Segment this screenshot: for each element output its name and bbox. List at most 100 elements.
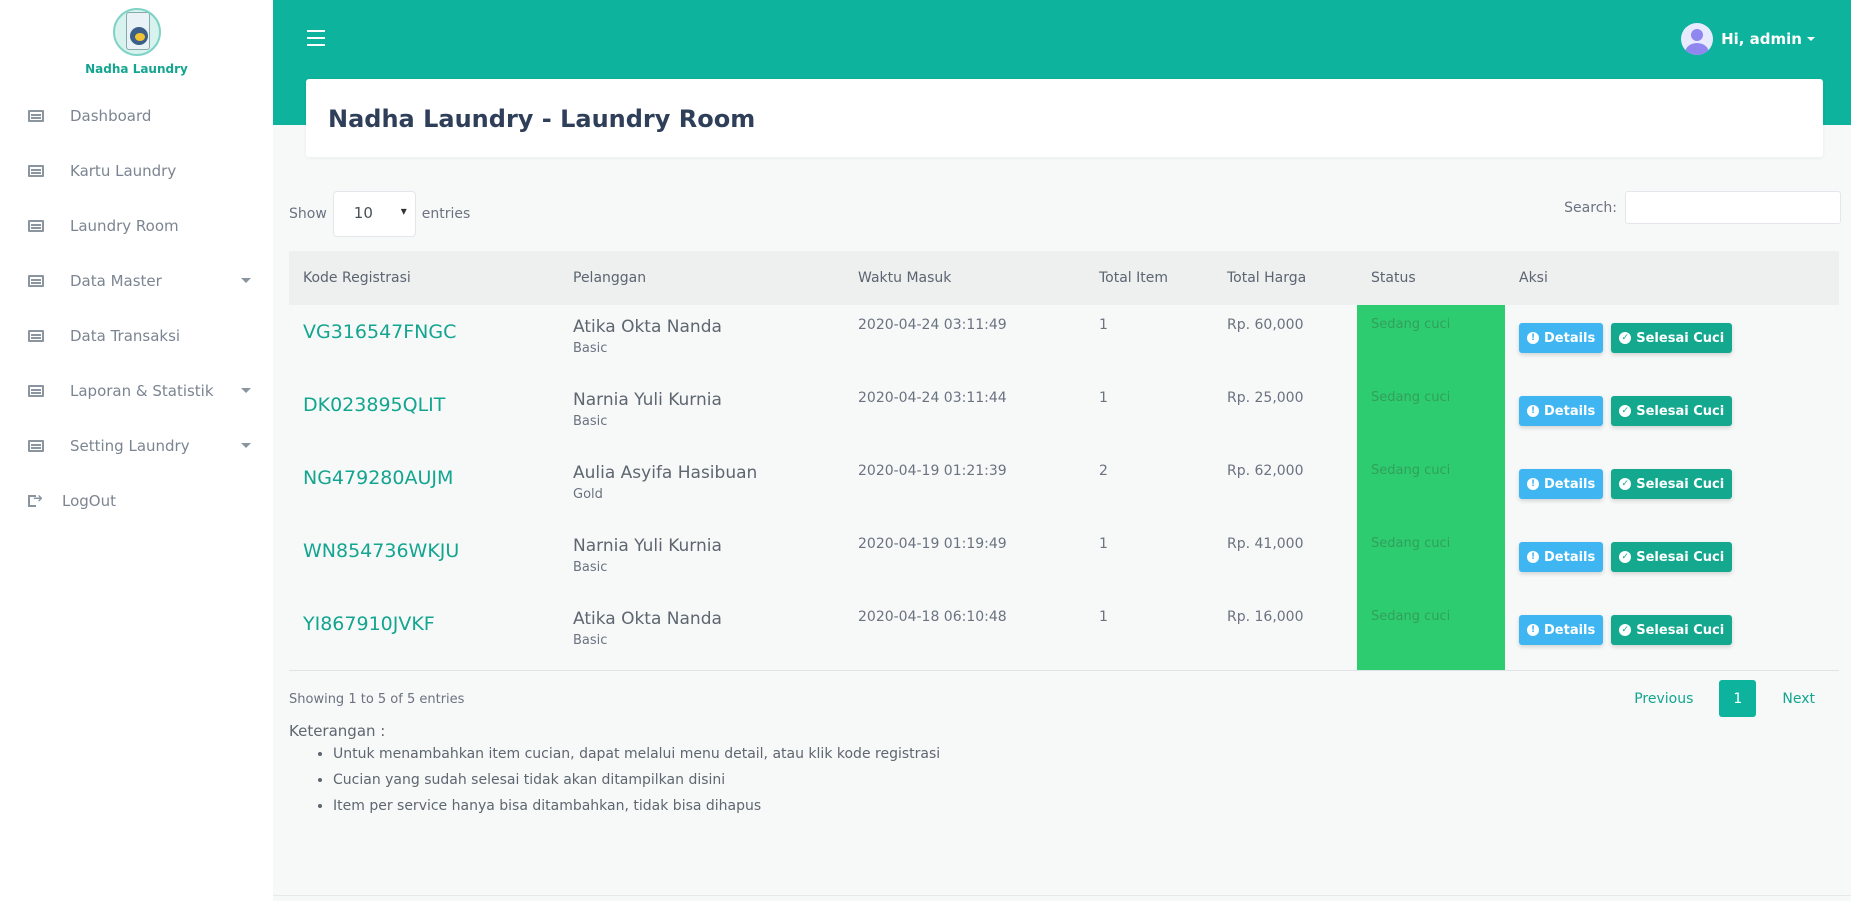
total-item-cell: 1: [1099, 390, 1108, 406]
details-button-label: Details: [1544, 330, 1596, 346]
aksi-cell: ! Details ✓ Selesai Cuci: [1505, 451, 1839, 524]
pelanggan-cell: Atika Okta Nanda Basic: [559, 597, 844, 671]
user-name: Hi, admin: [1721, 30, 1802, 48]
sidebar-item-laundry-room[interactable]: Laundry Room: [0, 198, 273, 253]
sidebar-item-laporan-statistik[interactable]: Laporan & Statistik: [0, 363, 273, 418]
search-label: Search:: [1564, 199, 1617, 216]
pelanggan-name: Atika Okta Nanda: [573, 609, 722, 629]
entries-select[interactable]: 10: [332, 191, 416, 237]
search-input[interactable]: [1625, 191, 1841, 224]
notes-title: Keterangan :: [289, 722, 386, 740]
column-header-kode[interactable]: Kode Registrasi: [289, 251, 559, 305]
waktu-masuk-cell: 2020-04-19 01:19:49: [858, 536, 1007, 552]
sidebar-item-logout[interactable]: LogOut: [0, 473, 273, 528]
details-button[interactable]: ! Details: [1519, 396, 1604, 426]
selesai-cuci-button-label: Selesai Cuci: [1636, 403, 1725, 419]
sidebar-item-label: Laporan & Statistik: [70, 381, 214, 400]
total-item-cell: 1: [1099, 317, 1108, 333]
user-menu[interactable]: Hi, admin: [1681, 23, 1815, 55]
table-row: NG479280AUJM Aulia Asyifa Hasibuan Gold …: [289, 451, 1839, 524]
pelanggan-cell: Aulia Asyifa Hasibuan Gold: [559, 451, 844, 524]
avatar: [1681, 23, 1714, 55]
sidebar-item-label: Laundry Room: [70, 216, 179, 235]
column-header-pelanggan[interactable]: Pelanggan: [559, 251, 844, 305]
waktu-masuk-cell: 2020-04-24 03:11:44: [858, 390, 1007, 406]
total-harga-cell: Rp. 60,000: [1227, 317, 1304, 333]
next-page-button[interactable]: Next: [1770, 683, 1827, 715]
entries-label: entries: [421, 206, 471, 222]
caret-down-icon: [241, 388, 251, 393]
details-button[interactable]: ! Details: [1519, 323, 1604, 353]
page-title: Nadha Laundry - Laundry Room: [328, 105, 756, 133]
page-1-button[interactable]: 1: [1719, 680, 1757, 717]
selesai-cuci-button[interactable]: ✓ Selesai Cuci: [1611, 323, 1733, 353]
list-icon: [28, 329, 44, 342]
sidebar-item-label: Data Transaksi: [70, 326, 181, 345]
sidebar-item-setting-laundry[interactable]: Setting Laundry: [0, 418, 273, 473]
search-control: Search:: [1564, 191, 1841, 224]
details-button-label: Details: [1544, 403, 1596, 419]
pelanggan-type: Basic: [573, 633, 608, 648]
column-header-total-item[interactable]: Total Item: [1085, 251, 1213, 305]
column-header-status[interactable]: Status: [1357, 251, 1505, 305]
kode-cell: VG316547FNGC: [289, 305, 559, 378]
show-label: Show: [289, 206, 327, 222]
kode-registrasi-link[interactable]: YI867910JVKF: [303, 613, 559, 635]
sidebar-item-kartu-laundry[interactable]: Kartu Laundry: [0, 143, 273, 198]
status-cell: Sedang cuci: [1357, 451, 1505, 524]
list-icon: [28, 164, 44, 177]
details-button-label: Details: [1544, 622, 1596, 638]
info-circle-icon: !: [1527, 332, 1539, 344]
column-header-total-harga[interactable]: Total Harga: [1213, 251, 1357, 305]
total-item-cell: 1: [1099, 536, 1108, 552]
list-item: Untuk menambahkan item cucian, dapat mel…: [333, 746, 940, 762]
hamburger-menu-icon[interactable]: [307, 30, 325, 46]
selesai-cuci-button[interactable]: ✓ Selesai Cuci: [1611, 469, 1733, 499]
status-cell: Sedang cuci: [1357, 305, 1505, 378]
selesai-cuci-button[interactable]: ✓ Selesai Cuci: [1611, 396, 1733, 426]
kode-registrasi-link[interactable]: NG479280AUJM: [303, 467, 559, 489]
column-header-waktu-masuk[interactable]: Waktu Masuk: [844, 251, 1085, 305]
details-button-label: Details: [1544, 476, 1596, 492]
entries-length-control: Show 10 entries: [289, 191, 470, 237]
pelanggan-cell: Narnia Yuli Kurnia Basic: [559, 378, 844, 451]
aksi-cell: ! Details ✓ Selesai Cuci: [1505, 597, 1839, 671]
pagination: Previous 1 Next: [1622, 680, 1827, 717]
kode-registrasi-link[interactable]: DK023895QLIT: [303, 394, 559, 416]
list-icon: [28, 109, 44, 122]
sidebar-item-label: LogOut: [62, 491, 116, 510]
info-circle-icon: !: [1527, 405, 1539, 417]
details-button[interactable]: ! Details: [1519, 469, 1604, 499]
details-button[interactable]: ! Details: [1519, 615, 1604, 645]
total-harga-cell: Rp. 62,000: [1227, 463, 1304, 479]
kode-registrasi-link[interactable]: WN854736WKJU: [303, 540, 559, 562]
logout-icon: [28, 491, 43, 507]
kode-registrasi-link[interactable]: VG316547FNGC: [303, 321, 559, 343]
selesai-cuci-button[interactable]: ✓ Selesai Cuci: [1611, 615, 1733, 645]
check-circle-icon: ✓: [1619, 478, 1632, 490]
details-button[interactable]: ! Details: [1519, 542, 1604, 572]
sidebar-item-data-master[interactable]: Data Master: [0, 253, 273, 308]
pelanggan-type: Gold: [573, 487, 603, 502]
sidebar-item-label: Dashboard: [70, 106, 152, 125]
kode-cell: YI867910JVKF: [289, 597, 559, 671]
column-header-aksi[interactable]: Aksi: [1505, 251, 1839, 305]
aksi-cell: ! Details ✓ Selesai Cuci: [1505, 378, 1839, 451]
sidebar-nav: Dashboard Kartu Laundry Laundry Room Dat…: [0, 88, 273, 528]
waktu-masuk-cell: 2020-04-24 03:11:49: [858, 317, 1007, 333]
waktu-masuk-cell: 2020-04-19 01:21:39: [858, 463, 1007, 479]
notes-list: Untuk menambahkan item cucian, dapat mel…: [333, 746, 940, 814]
laundry-machine-logo: [112, 8, 161, 56]
selesai-cuci-button[interactable]: ✓ Selesai Cuci: [1611, 542, 1733, 572]
sidebar-item-data-transaksi[interactable]: Data Transaksi: [0, 308, 273, 363]
info-circle-icon: !: [1527, 624, 1539, 636]
pelanggan-type: Basic: [573, 560, 608, 575]
pelanggan-name: Narnia Yuli Kurnia: [573, 390, 722, 410]
laundry-room-table-wrapper: Kode Registrasi Pelanggan Waktu Masuk To…: [289, 251, 1839, 671]
caret-down-icon: [241, 278, 251, 283]
brand[interactable]: Nadha Laundry: [0, 8, 273, 76]
previous-page-button[interactable]: Previous: [1622, 683, 1705, 715]
sidebar-item-dashboard[interactable]: Dashboard: [0, 88, 273, 143]
status-cell: Sedang cuci: [1357, 378, 1505, 451]
divider: [273, 895, 1851, 896]
